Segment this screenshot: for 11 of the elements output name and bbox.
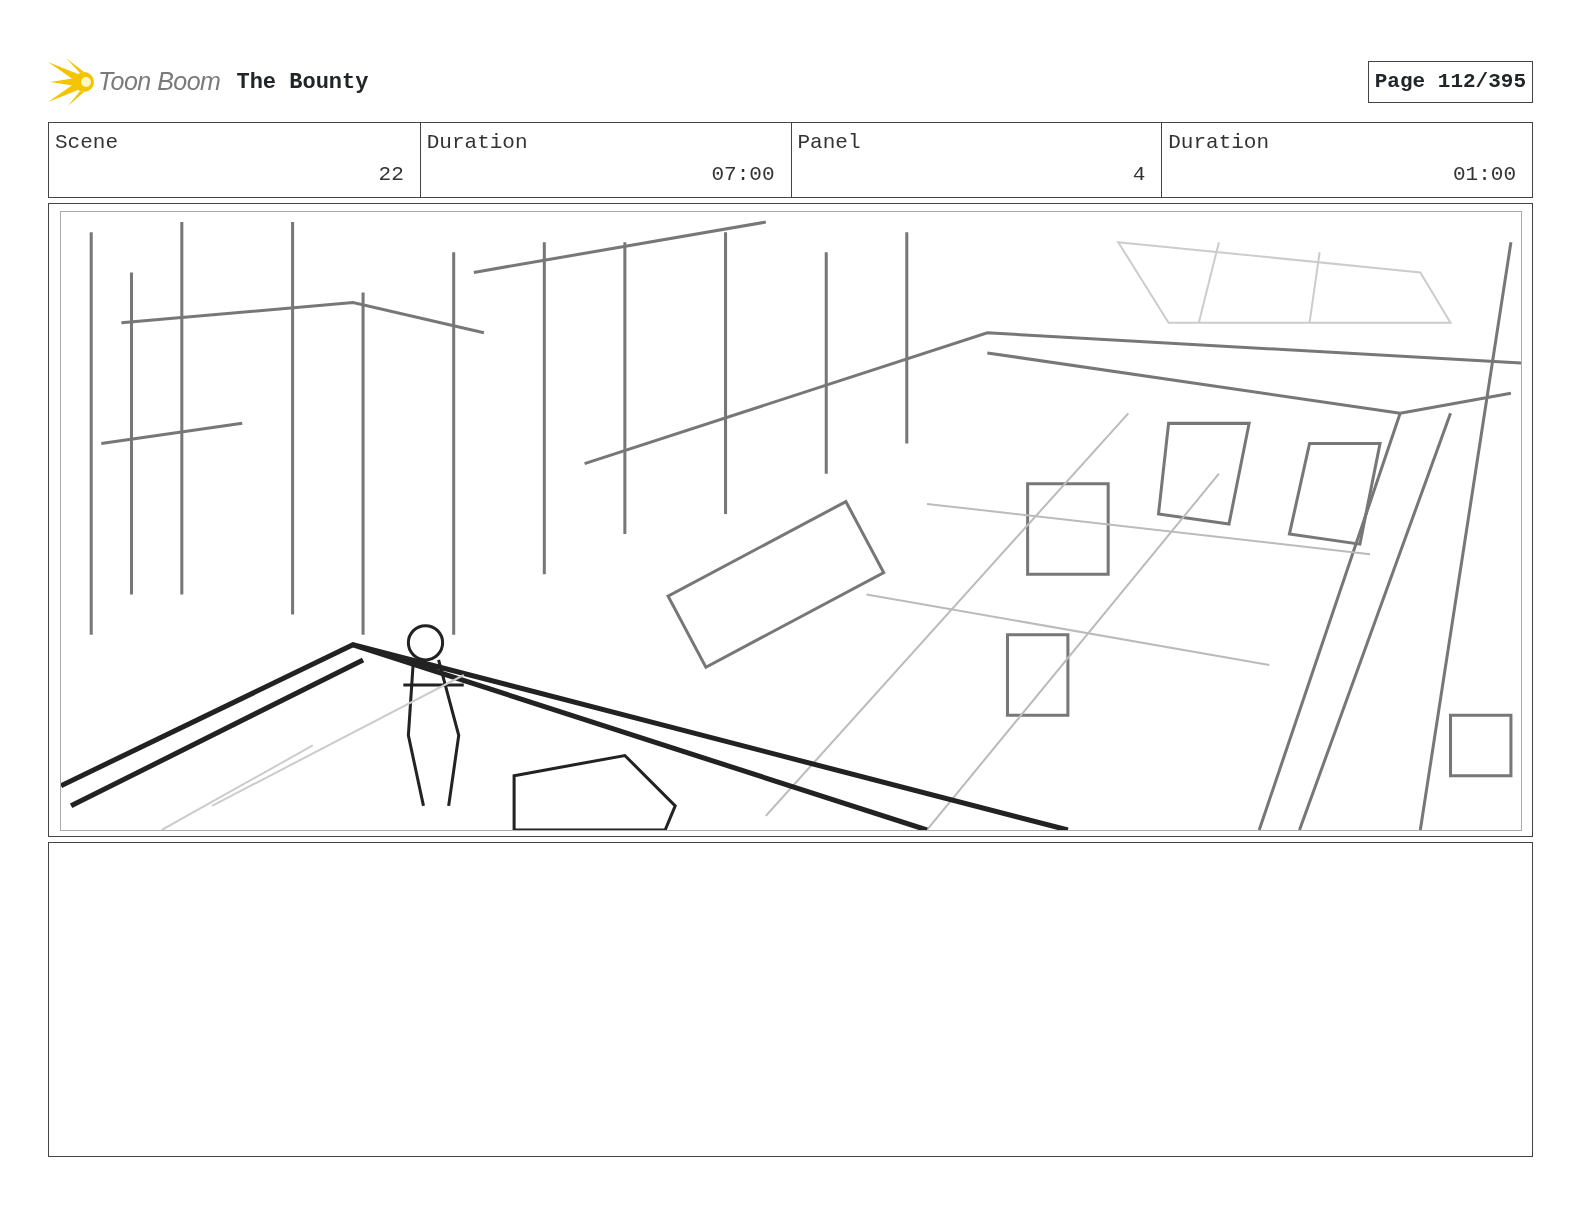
field-label: Duration: [1168, 130, 1270, 156]
logo-text: Toon Boom: [98, 66, 221, 98]
field-value: 22: [378, 161, 404, 188]
field-value: 4: [1132, 161, 1146, 188]
field-value: 07:00: [711, 161, 775, 188]
field-value: 01:00: [1453, 161, 1516, 188]
field-label: Scene: [55, 130, 118, 156]
project-title: The Bounty: [236, 68, 369, 97]
page-number: Page 112/395: [1367, 61, 1533, 103]
field-label: Panel: [797, 130, 861, 156]
field-label: Duration: [426, 130, 528, 156]
